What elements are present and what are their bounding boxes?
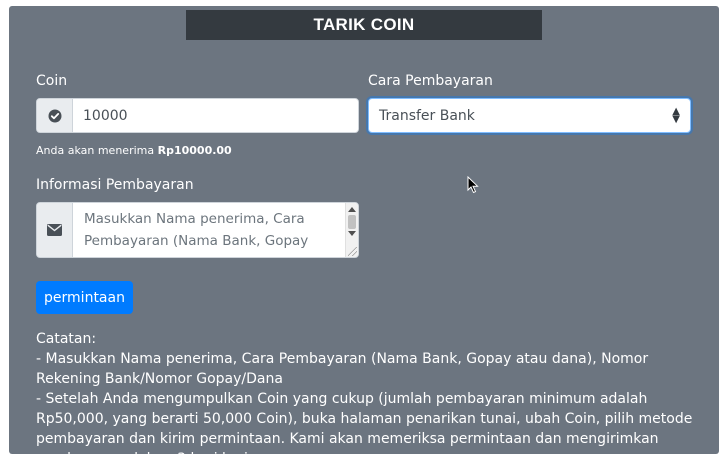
payment-method-label: Cara Pembayaran — [368, 73, 493, 89]
coin-label: Coin — [36, 73, 68, 89]
check-circle-icon — [37, 99, 73, 132]
select-arrows-icon: ▲ ▼ — [672, 105, 680, 125]
withdraw-panel: TARIK COIN Coin Cara Pembayaran Transfer… — [9, 6, 719, 454]
scroll-thumb[interactable] — [348, 215, 356, 229]
payment-method-selected: Transfer Bank — [379, 107, 475, 124]
receive-note-prefix: Anda akan menerima — [36, 144, 158, 157]
payment-method-select[interactable]: Transfer Bank ▲ ▼ — [368, 98, 691, 133]
envelope-icon — [37, 203, 73, 257]
scroll-up-icon[interactable] — [348, 207, 356, 212]
receive-note: Anda akan menerima Rp10000.00 — [36, 144, 232, 157]
notes-heading: Catatan: — [36, 331, 97, 347]
mouse-cursor-icon — [467, 175, 479, 198]
coin-input[interactable] — [73, 99, 358, 132]
page-title: TARIK COIN — [186, 10, 542, 40]
payment-info-label: Informasi Pembayaran — [36, 177, 194, 193]
placeholder-line-1: Masukkan Nama penerima, Cara — [84, 211, 305, 227]
coin-input-group — [36, 98, 359, 133]
placeholder-line-2: Pembayaran (Nama Bank, Gopay atau — [84, 233, 309, 257]
notes-item-2: - Setelah Anda mengumpulkan Coin yang cu… — [36, 391, 693, 454]
submit-request-button[interactable]: permintaan — [36, 281, 133, 314]
textarea-scrollbar[interactable] — [345, 203, 358, 257]
scroll-down-icon[interactable] — [348, 231, 356, 236]
receive-amount: Rp10000.00 — [157, 144, 232, 157]
notes-item-1: - Masukkan Nama penerima, Cara Pembayara… — [36, 351, 649, 387]
payment-info-group: Masukkan Nama penerima, Cara Pembayaran … — [36, 202, 359, 258]
resize-grip-icon[interactable] — [348, 247, 357, 256]
notes-section: Catatan: - Masukkan Nama penerima, Cara … — [36, 329, 706, 454]
payment-info-textarea[interactable]: Masukkan Nama penerima, Cara Pembayaran … — [73, 203, 358, 257]
